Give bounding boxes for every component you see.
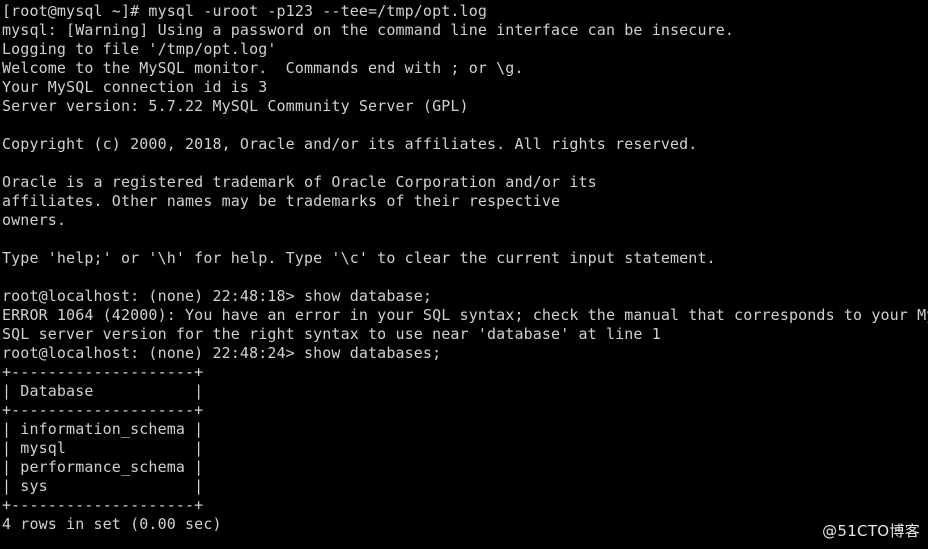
terminal-window[interactable]: [root@mysql ~]# mysql -uroot -p123 --tee… xyxy=(0,0,928,549)
terminal-line: Welcome to the MySQL monitor. Commands e… xyxy=(2,59,524,77)
terminal-line: affiliates. Other names may be trademark… xyxy=(2,192,561,210)
result-status-line: 4 rows in set (0.00 sec) xyxy=(2,515,222,533)
terminal-line: Your MySQL connection id is 3 xyxy=(2,78,268,96)
terminal-prompt-line: root@localhost: (none) 22:48:18> show da… xyxy=(2,287,433,305)
terminal-error-line: ERROR 1064 (42000): You have an error in… xyxy=(2,306,928,324)
result-table-border: +--------------------+ xyxy=(2,496,204,514)
result-table-row: | sys | xyxy=(2,477,204,495)
terminal-error-line: SQL server version for the right syntax … xyxy=(2,325,661,343)
result-table-border: +--------------------+ xyxy=(2,363,204,381)
terminal-line: Type 'help;' or '\h' for help. Type '\c'… xyxy=(2,249,716,267)
result-table-header: | Database | xyxy=(2,382,204,400)
terminal-line: [root@mysql ~]# mysql -uroot -p123 --tee… xyxy=(2,2,487,20)
terminal-line: Copyright (c) 2000, 2018, Oracle and/or … xyxy=(2,135,698,153)
terminal-line: owners. xyxy=(2,211,67,229)
terminal-line: Logging to file '/tmp/opt.log' xyxy=(2,40,277,58)
terminal-line: Server version: 5.7.22 MySQL Community S… xyxy=(2,97,469,115)
result-table-row: | information_schema | xyxy=(2,420,204,438)
terminal-prompt-line: root@localhost: (none) 22:48:24> show da… xyxy=(2,344,442,362)
terminal-line: Oracle is a registered trademark of Orac… xyxy=(2,173,597,191)
terminal-line: mysql: [Warning] Using a password on the… xyxy=(2,21,735,39)
result-table-border: +--------------------+ xyxy=(2,401,204,419)
watermark: @51CTO博客 xyxy=(822,522,920,540)
result-table-row: | mysql | xyxy=(2,439,204,457)
result-table-row: | performance_schema | xyxy=(2,458,204,476)
